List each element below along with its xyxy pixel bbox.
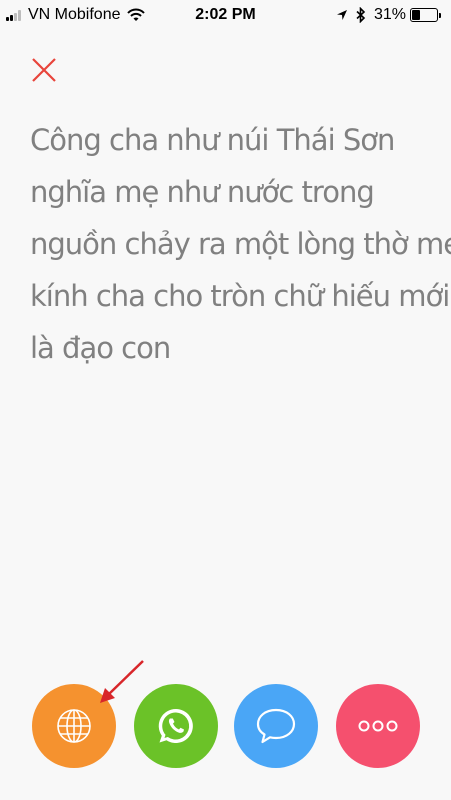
whatsapp-icon <box>158 708 193 743</box>
status-bar: VN Mobifone 2:02 PM 31% <box>0 0 451 32</box>
location-icon <box>336 9 348 21</box>
more-icon <box>358 720 398 732</box>
bluetooth-icon <box>356 7 366 23</box>
poem-text: Công cha như núi Thái Sơn nghĩa mẹ như n… <box>30 114 451 374</box>
poem-line: nghĩa mẹ như nước trong <box>30 175 375 209</box>
more-button[interactable] <box>336 684 420 768</box>
share-action-bar <box>0 684 451 774</box>
red-arrow-icon <box>100 660 144 703</box>
poem-line: là đạo con <box>30 331 171 365</box>
battery-icon <box>410 8 438 22</box>
poem-line: Công cha như núi Thái Sơn <box>30 123 395 157</box>
poem-line: kính cha cho tròn chữ hiếu mới <box>30 279 450 313</box>
status-bar-right: 31% <box>328 6 441 24</box>
battery-percent: 31% <box>373 6 406 23</box>
close-button[interactable] <box>29 55 59 85</box>
message-button[interactable] <box>234 684 318 768</box>
close-icon <box>32 58 56 82</box>
globe-icon <box>57 709 91 743</box>
poem-line: nguồn chảy ra một lòng thờ mẹ <box>30 227 451 261</box>
chat-bubble-icon <box>256 708 296 744</box>
